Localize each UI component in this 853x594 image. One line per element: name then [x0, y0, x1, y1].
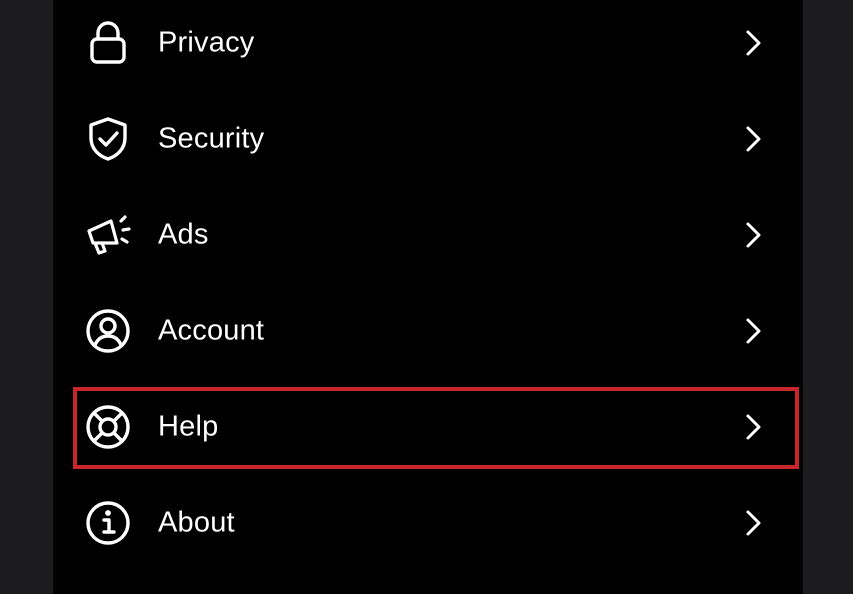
menu-item-label: Account	[158, 314, 265, 347]
chevron-right-icon	[746, 126, 761, 152]
shield-check-icon	[85, 116, 131, 162]
menu-item-security[interactable]: Security	[53, 91, 803, 187]
menu-item-label: Help	[158, 410, 219, 443]
menu-item-label: Security	[158, 122, 265, 155]
lifebuoy-icon	[85, 404, 131, 450]
lock-icon	[85, 20, 131, 66]
info-icon	[85, 500, 131, 546]
menu-item-privacy[interactable]: Privacy	[53, 0, 803, 91]
user-circle-icon	[85, 308, 131, 354]
settings-panel: Privacy Security Ads Account Help About	[53, 0, 803, 594]
menu-item-label: Ads	[158, 218, 209, 251]
menu-item-label: Privacy	[158, 26, 255, 59]
megaphone-icon	[85, 212, 131, 258]
menu-item-label: About	[158, 506, 235, 539]
menu-item-account[interactable]: Account	[53, 283, 803, 379]
menu-item-about[interactable]: About	[53, 475, 803, 571]
menu-item-help[interactable]: Help	[53, 379, 803, 475]
chevron-right-icon	[746, 222, 761, 248]
chevron-right-icon	[746, 510, 761, 536]
chevron-right-icon	[746, 30, 761, 56]
chevron-right-icon	[746, 318, 761, 344]
menu-item-ads[interactable]: Ads	[53, 187, 803, 283]
chevron-right-icon	[746, 414, 761, 440]
